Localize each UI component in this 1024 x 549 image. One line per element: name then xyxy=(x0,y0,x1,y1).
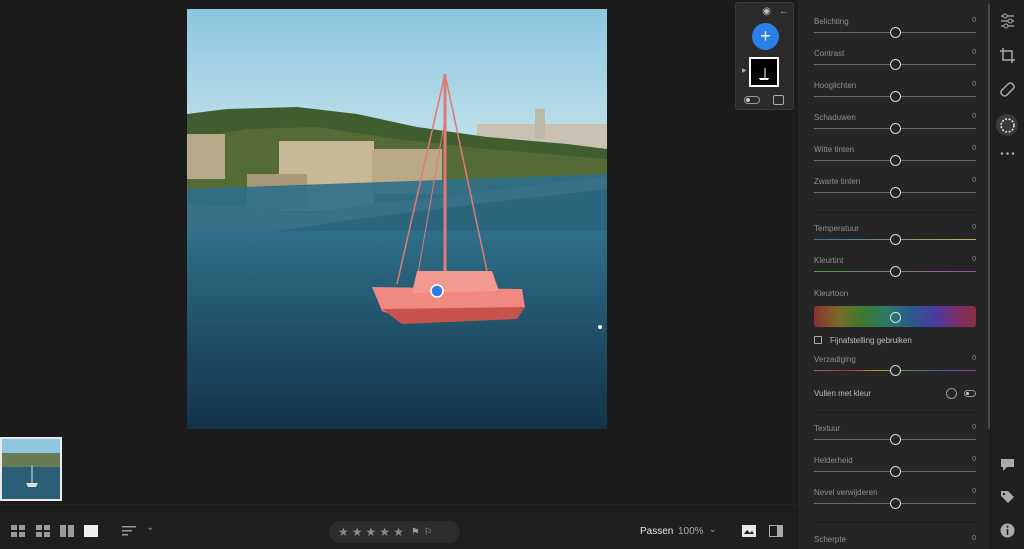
panel-toggle-icon[interactable] xyxy=(769,525,783,537)
slider-label: Kleurtint xyxy=(814,256,844,265)
slider-value[interactable]: 0 xyxy=(972,17,976,24)
star-3[interactable]: ★ xyxy=(366,525,377,539)
hue-knob[interactable] xyxy=(890,312,901,323)
detail-view-icon[interactable] xyxy=(84,525,98,537)
slider-knob[interactable] xyxy=(890,59,901,70)
edit-panel: Belichting 0 Contrast 0 Hooglichten 0 Sc… xyxy=(797,0,990,549)
app-window: ◉ ← + ▶ ⌄ ★ ★ ★ ★ ★ ⚑ ⚐ Passen 100% ⌄ Be… xyxy=(0,0,1024,549)
slider-label: Witte tinten xyxy=(814,145,855,154)
fill-color-toggle[interactable] xyxy=(964,390,976,397)
tool-strip xyxy=(991,0,1024,549)
slider-knob[interactable] xyxy=(890,27,901,38)
slider-value[interactable]: 0 xyxy=(972,113,976,120)
slider-label: Scherpte xyxy=(814,535,847,544)
slider-label: Temperatuur xyxy=(814,224,859,233)
slider-knob[interactable] xyxy=(890,466,901,477)
slider-value[interactable]: 0 xyxy=(972,535,976,542)
zoom-level[interactable]: 100% xyxy=(678,526,704,537)
slider-knob[interactable] xyxy=(890,187,901,198)
slider-sharpness[interactable]: Scherpte 0 xyxy=(814,535,976,549)
panel-scrollbar[interactable] xyxy=(988,4,990,429)
info-icon[interactable] xyxy=(999,522,1016,539)
slider-knob[interactable] xyxy=(890,365,901,376)
slider-knob[interactable] xyxy=(890,155,901,166)
fit-label[interactable]: Passen xyxy=(640,526,673,537)
slider-label: Belichting xyxy=(814,17,849,26)
star-2[interactable]: ★ xyxy=(352,525,363,539)
fill-color-swatch[interactable] xyxy=(946,388,957,399)
mask-preview-icon xyxy=(759,68,769,80)
star-5[interactable]: ★ xyxy=(393,525,404,539)
section-divider xyxy=(814,212,976,213)
slider-value[interactable]: 0 xyxy=(972,488,976,495)
slider-label: Textuur xyxy=(814,424,841,433)
mask-panel: ◉ ← + ▶ xyxy=(735,2,794,110)
slider-knob[interactable] xyxy=(890,498,901,509)
square-grid-icon[interactable] xyxy=(11,525,25,537)
slider-knob[interactable] xyxy=(890,234,901,245)
slider-label: Schaduwen xyxy=(814,113,856,122)
photo-image xyxy=(187,9,607,429)
crop-icon[interactable] xyxy=(999,47,1016,64)
slider-label: Zwarte tinten xyxy=(814,177,861,186)
add-mask-button[interactable]: + xyxy=(752,23,779,50)
comment-icon[interactable] xyxy=(999,456,1016,473)
eye-icon[interactable]: ◉ xyxy=(762,6,771,17)
slider-label: Helderheid xyxy=(814,456,853,465)
slider-knob[interactable] xyxy=(890,266,901,277)
slider-knob[interactable] xyxy=(890,123,901,134)
slider-label: Hooglichten xyxy=(814,81,857,90)
collapse-arrow-icon[interactable]: ← xyxy=(779,6,789,17)
star-1[interactable]: ★ xyxy=(338,525,349,539)
section-divider xyxy=(814,522,976,523)
slider-knob[interactable] xyxy=(890,91,901,102)
filmstrip xyxy=(0,437,62,501)
slider-value[interactable]: 0 xyxy=(972,224,976,231)
slider-value[interactable]: 0 xyxy=(972,355,976,362)
photo-grid-icon[interactable] xyxy=(36,525,50,537)
slider-label: Contrast xyxy=(814,49,845,58)
slider-value[interactable]: 0 xyxy=(972,177,976,184)
hue-label: Kleurtoon xyxy=(814,289,849,298)
flag-reject-icon[interactable]: ⚐ xyxy=(424,527,433,538)
fill-color-label: Vullen met kleur xyxy=(814,389,872,398)
slider-value[interactable]: 0 xyxy=(972,49,976,56)
healing-icon[interactable] xyxy=(999,81,1016,98)
slider-knob[interactable] xyxy=(890,434,901,445)
canvas-area: ◉ ← + ▶ xyxy=(0,0,797,504)
fine-tune-label[interactable]: Fijnafstelling gebruiken xyxy=(830,336,912,345)
star-4[interactable]: ★ xyxy=(379,525,390,539)
overlay-icon[interactable] xyxy=(773,95,784,105)
mask-visibility-toggle[interactable] xyxy=(744,96,760,104)
mask-thumbnail[interactable] xyxy=(749,57,779,87)
slider-value[interactable]: 0 xyxy=(972,456,976,463)
tag-icon[interactable] xyxy=(999,489,1016,506)
slider-value[interactable]: 0 xyxy=(972,145,976,152)
sliders-icon[interactable] xyxy=(999,12,1016,29)
photo-preview[interactable] xyxy=(187,9,607,429)
slider-label: Verzadiging xyxy=(814,355,856,364)
sort-dropdown-chevron-icon[interactable]: ⌄ xyxy=(146,522,154,534)
compare-view-icon[interactable] xyxy=(60,525,74,537)
horizontal-scrollbar[interactable] xyxy=(0,504,797,514)
zoom-dropdown-chevron-icon[interactable]: ⌄ xyxy=(709,524,717,535)
expand-triangle-icon[interactable]: ▶ xyxy=(742,67,747,74)
filmstrip-thumbnail[interactable] xyxy=(0,437,62,501)
before-after-icon[interactable] xyxy=(742,525,756,537)
slider-label: Nevel verwijderen xyxy=(814,488,878,497)
slider-value[interactable]: 0 xyxy=(972,256,976,263)
bottom-toolbar: ⌄ ★ ★ ★ ★ ★ ⚑ ⚐ Passen 100% ⌄ xyxy=(0,514,797,549)
thumbnail-image xyxy=(2,439,60,499)
section-divider xyxy=(814,412,976,413)
slider-value[interactable]: 0 xyxy=(972,81,976,88)
masking-icon[interactable] xyxy=(999,117,1016,134)
more-icon[interactable] xyxy=(999,145,1016,162)
rating-bar: ★ ★ ★ ★ ★ ⚑ ⚐ xyxy=(329,521,460,543)
slider-value[interactable]: 0 xyxy=(972,424,976,431)
sort-icon[interactable] xyxy=(122,525,136,537)
flag-pick-icon[interactable]: ⚑ xyxy=(411,527,420,538)
fine-tune-checkbox[interactable] xyxy=(814,336,822,344)
